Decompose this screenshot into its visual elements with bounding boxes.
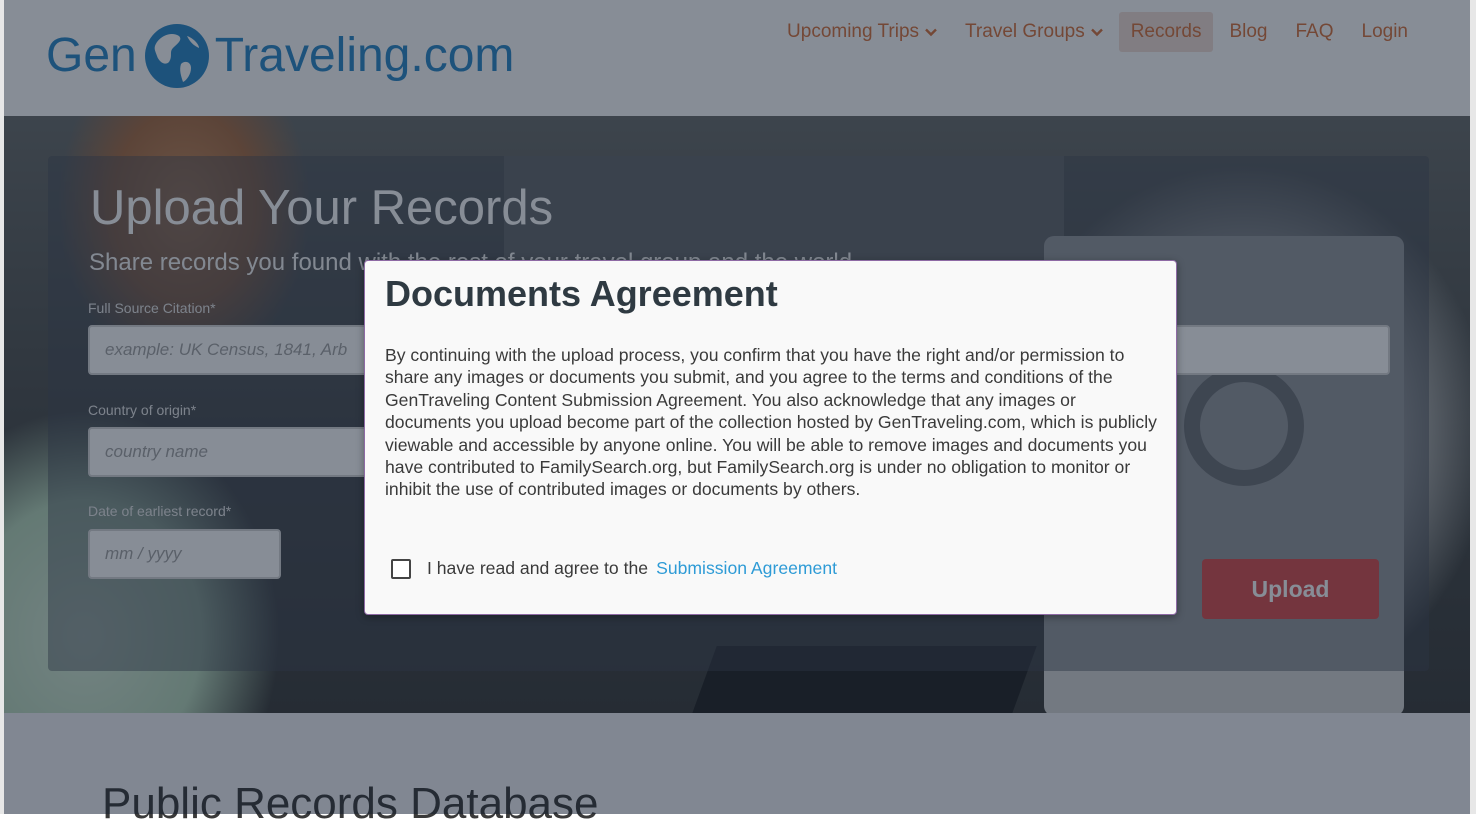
agree-checkbox[interactable] bbox=[391, 558, 411, 579]
modal-title: Documents Agreement bbox=[385, 273, 778, 314]
agree-row: I have read and agree to the Submission … bbox=[391, 558, 837, 579]
submission-agreement-link[interactable]: Submission Agreement bbox=[656, 558, 837, 579]
scrollbar-track[interactable] bbox=[1470, 0, 1476, 814]
agree-text: I have read and agree to the bbox=[427, 558, 649, 578]
page: Gen Traveling.com Upcoming Trips Travel … bbox=[0, 0, 1476, 828]
modal-body-text: By continuing with the upload process, y… bbox=[385, 345, 1157, 500]
window-edge-left bbox=[0, 0, 4, 814]
documents-agreement-modal: Documents Agreement By continuing with t… bbox=[364, 260, 1177, 615]
